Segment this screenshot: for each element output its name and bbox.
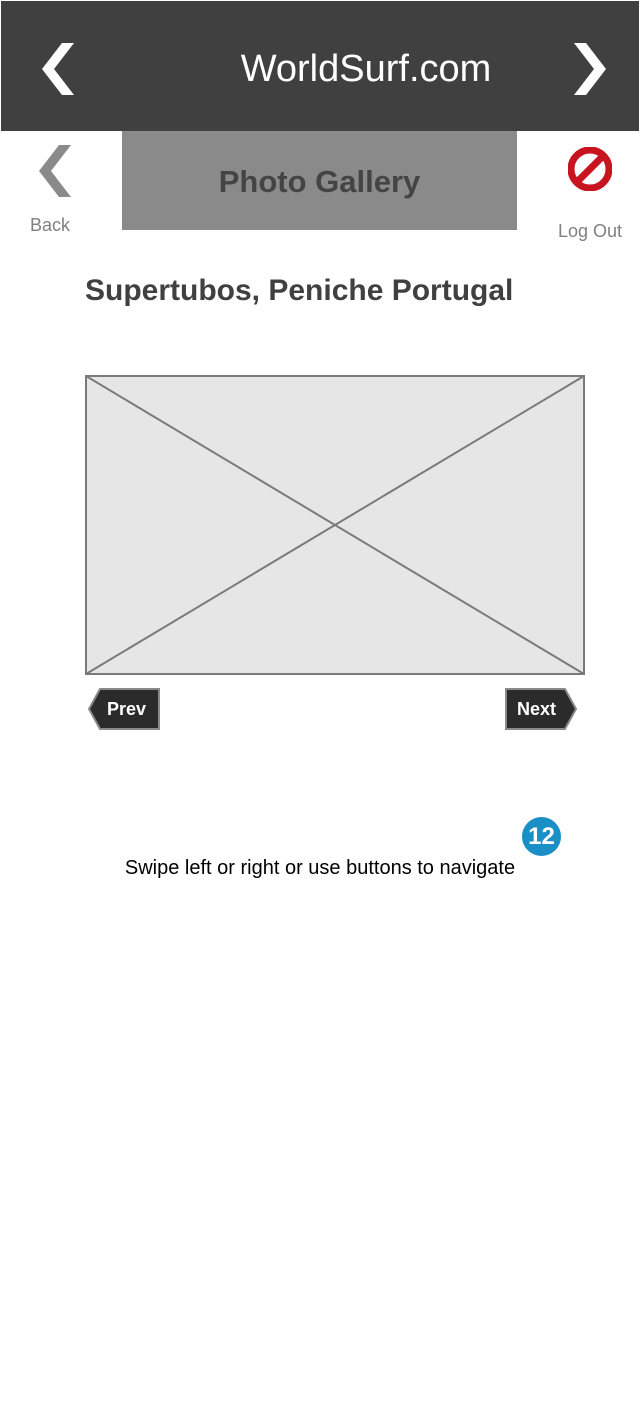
prev-label: Prev [107, 699, 147, 719]
tab-label: Photo Gallery [218, 164, 421, 199]
back-label: Back [29, 215, 71, 235]
no-entry-icon [568, 147, 612, 191]
next-label: Next [517, 699, 557, 719]
navigation-hint: Swipe left or right or use buttons to na… [124, 857, 516, 879]
tab-photo-gallery[interactable]: Photo Gallery [122, 131, 517, 230]
sub-navigation: Back Photo Gallery Log Out [0, 131, 640, 241]
back-chevron-icon [39, 145, 71, 197]
next-button[interactable]: Next [505, 688, 577, 730]
chevron-right-icon[interactable] [574, 43, 608, 95]
photo-placeholder[interactable] [85, 375, 585, 675]
logout-button[interactable]: Log Out [552, 147, 628, 241]
site-title: WorldSurf.com [240, 48, 492, 90]
logout-label: Log Out [557, 221, 623, 241]
image-placeholder-icon [85, 375, 585, 675]
prev-button[interactable]: Prev [88, 688, 160, 730]
chevron-left-icon[interactable] [40, 43, 74, 95]
annotation-badge: 12 [522, 817, 561, 856]
photo-title: Supertubos, Peniche Portugal [85, 274, 514, 307]
back-button[interactable]: Back [20, 143, 80, 235]
app-header: WorldSurf.com [1, 1, 639, 131]
